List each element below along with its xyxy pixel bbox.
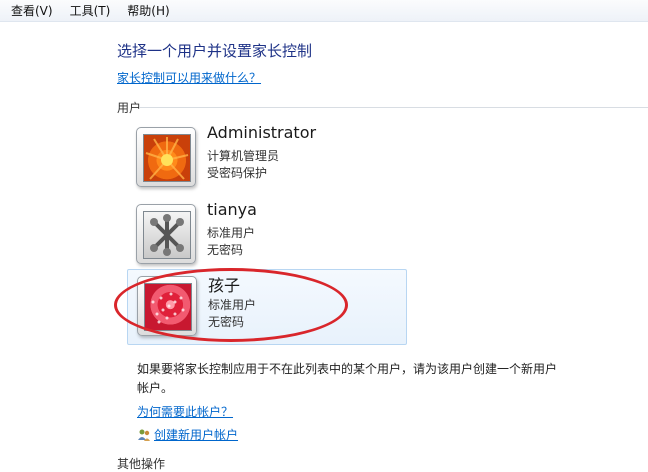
section-divider xyxy=(140,107,648,108)
avatar xyxy=(136,204,196,264)
menu-bar: 查看(V) 工具(T) 帮助(H) xyxy=(0,0,648,22)
avatar xyxy=(136,127,196,187)
users-icon xyxy=(137,428,151,442)
user-tile-tianya[interactable]: tianya 标准用户 无密码 xyxy=(127,198,405,272)
user-account-type: 计算机管理员 xyxy=(207,149,280,163)
create-account-note: 如果要将家长控制应用于不在此列表中的某个用户，请为该用户创建一个新用户帐户。 xyxy=(137,362,558,395)
user-tile-administrator[interactable]: Administrator 计算机管理员 受密码保护 xyxy=(127,121,405,195)
jacks-picture xyxy=(143,211,191,259)
create-new-user-link[interactable]: 创建新用户帐户 xyxy=(137,426,238,443)
menu-tools[interactable]: 工具(T) xyxy=(70,2,111,19)
other-section-label: 其他操作 xyxy=(117,457,166,471)
create-new-user-label: 创建新用户帐户 xyxy=(154,428,239,442)
orange-flower-picture xyxy=(143,134,191,182)
user-name: tianya xyxy=(207,200,257,219)
menu-view[interactable]: 查看(V) xyxy=(11,2,53,19)
menu-help[interactable]: 帮助(H) xyxy=(127,2,169,19)
why-need-account-link[interactable]: 为何需要此帐户？ xyxy=(137,403,233,420)
user-password-status: 无密码 xyxy=(207,243,244,257)
user-account-type: 标准用户 xyxy=(207,226,256,240)
user-name: Administrator xyxy=(207,123,317,142)
user-password-status: 受密码保护 xyxy=(207,166,268,180)
page-title: 选择一个用户并设置家长控制 xyxy=(117,42,313,60)
red-highlight-circle xyxy=(114,268,348,342)
users-section-label: 用户 xyxy=(117,101,142,115)
parental-controls-help-link[interactable]: 家长控制可以用来做什么？ xyxy=(117,69,261,86)
